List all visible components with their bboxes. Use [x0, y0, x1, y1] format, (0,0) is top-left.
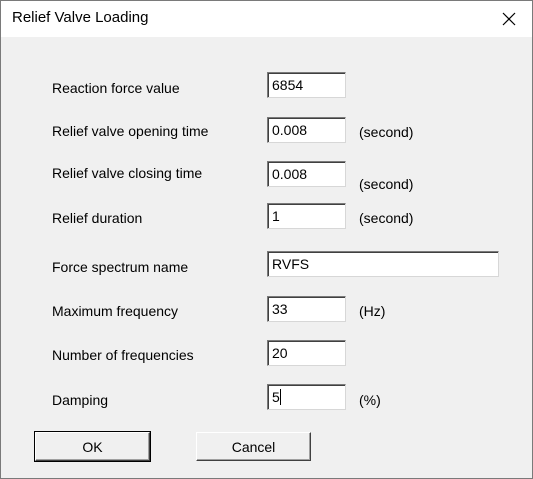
relief-duration-value: 1: [272, 208, 280, 224]
num-frequencies-input[interactable]: 20: [267, 340, 346, 366]
reaction-force-input[interactable]: 6854: [267, 72, 346, 98]
max-frequency-unit: (Hz): [359, 303, 386, 319]
cancel-button[interactable]: Cancel: [196, 432, 311, 461]
window-title: Relief Valve Loading: [12, 9, 149, 26]
spectrum-name-label: Force spectrum name: [52, 259, 189, 275]
cancel-button-label: Cancel: [231, 438, 276, 455]
relief-valve-dialog: Relief Valve Loading Reaction force valu…: [0, 0, 533, 479]
relief-duration-input[interactable]: 1: [267, 203, 346, 229]
damping-value: 5: [272, 389, 280, 405]
num-frequencies-label: Number of frequencies: [52, 347, 194, 363]
max-frequency-input[interactable]: 33: [267, 296, 346, 322]
closing-time-unit: (second): [359, 176, 414, 192]
max-frequency-label: Maximum frequency: [52, 303, 179, 319]
text-caret: [279, 389, 281, 405]
reaction-force-label: Reaction force value: [52, 80, 180, 96]
spectrum-name-input[interactable]: RVFS: [267, 251, 499, 277]
num-frequencies-value: 20: [272, 345, 288, 361]
relief-duration-unit: (second): [359, 210, 414, 226]
damping-input[interactable]: 5: [267, 384, 346, 410]
max-frequency-value: 33: [272, 301, 288, 317]
damping-unit: (%): [359, 392, 381, 408]
damping-label: Damping: [52, 392, 109, 408]
spectrum-name-value: RVFS: [272, 256, 310, 272]
close-button[interactable]: [486, 1, 532, 37]
closing-time-label: Relief valve closing time: [52, 165, 203, 181]
closing-time-value: 0.008: [272, 166, 308, 182]
opening-time-label: Relief valve opening time: [52, 123, 209, 139]
closing-time-input[interactable]: 0.008: [267, 161, 346, 187]
ok-button-label: OK: [82, 438, 103, 455]
opening-time-input[interactable]: 0.008: [267, 117, 346, 143]
reaction-force-value: 6854: [272, 77, 304, 93]
close-icon: [502, 12, 516, 26]
title-bar: Relief Valve Loading: [1, 1, 532, 37]
relief-duration-label: Relief duration: [52, 210, 143, 226]
opening-time-value: 0.008: [272, 122, 308, 138]
opening-time-unit: (second): [359, 124, 414, 140]
ok-button[interactable]: OK: [34, 431, 151, 462]
